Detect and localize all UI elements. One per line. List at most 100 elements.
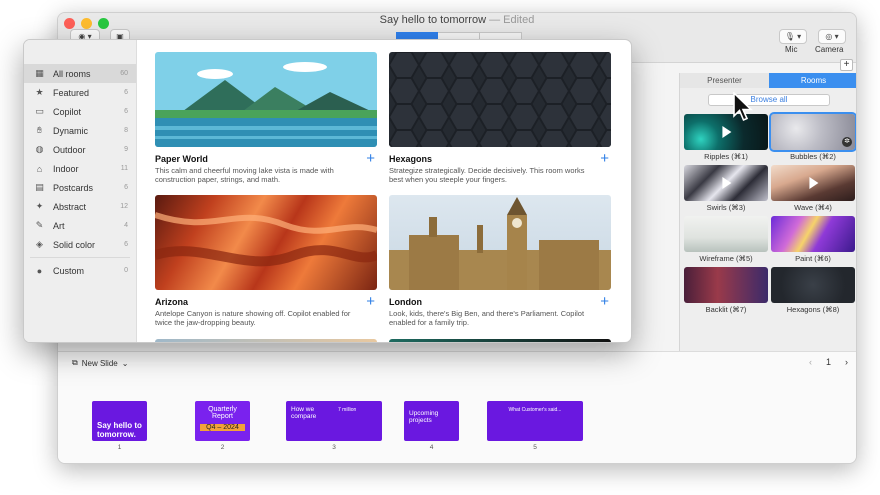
add-button[interactable]: + (840, 59, 853, 71)
browse-all-button[interactable]: Browse all (708, 94, 830, 106)
hexagons-image (389, 52, 611, 147)
slide-text: Upcoming projects (409, 410, 439, 424)
room-bubbles[interactable]: ✲ Bubbles (⌘2) (769, 112, 856, 165)
sidebar-item-indoor[interactable]: ⌂ Indoor 11 (24, 159, 136, 178)
room-card-arizona[interactable]: Arizona Antelope Canyon is nature showin… (155, 195, 377, 327)
slide-thumbnail[interactable]: How we compare 7 million 3 (286, 401, 382, 451)
sidebar-item-outdoor[interactable]: ◍ Outdoor 9 (24, 140, 136, 159)
camera-label: Camera (815, 45, 844, 54)
slide-thumbnails: Say hello to tomorrow. 1 Quarterly Repor… (92, 401, 583, 451)
ripples-thumbnail (684, 114, 768, 150)
room-wireframe[interactable]: Wireframe (⌘5) (684, 216, 768, 267)
star-icon: ★ (35, 87, 44, 97)
sidebar-item-label: Custom (53, 265, 85, 276)
rooms-panel: Presenter Rooms Browse all Ripples (⌘1) … (679, 73, 856, 351)
slide-thumbnail[interactable]: Quarterly Report Q4 – 2024 2 (195, 401, 250, 451)
copilot-icon: ▭ (35, 106, 44, 116)
slide-text: Quarterly Report (208, 406, 237, 420)
grid-icon: ▦ (35, 68, 44, 78)
new-slide-label: New Slide (81, 358, 118, 368)
postcard-icon: ▤ (35, 182, 44, 192)
person-icon: ● (36, 265, 43, 276)
sidebar-item-featured[interactable]: ★ Featured 6 (24, 83, 136, 102)
room-label: Bubbles (⌘2) (790, 152, 836, 161)
document-title: Say hello to tomorrow (379, 14, 487, 26)
slide-body: Quarterly Report Q4 – 2024 (195, 401, 250, 441)
room-label: Paint (⌘6) (795, 254, 831, 263)
sidebar-item-custom[interactable]: ● Custom 0 (24, 261, 136, 280)
new-slide-button[interactable]: ⧉ New Slide ⌄ (72, 358, 128, 368)
globe-icon: ◍ (35, 144, 44, 154)
gear-icon[interactable]: ✲ (842, 137, 852, 147)
sidebar-item-label: Featured (53, 87, 90, 98)
arizona-image (155, 195, 377, 290)
chevron-down-icon: ⌄ (121, 358, 129, 368)
room-card-hexagons[interactable]: Hexagons Strategize strategically. Decid… (389, 52, 611, 184)
slide-thumbnail[interactable]: What Customer's said... 5 (487, 401, 583, 451)
add-room-plus-icon[interactable]: + (366, 151, 375, 166)
hand-icon: ✋︎ (36, 125, 43, 135)
room-card-london[interactable]: London Look, kids, there's Big Ben, and … (389, 195, 611, 327)
london-image (389, 195, 611, 290)
room-label: Wireframe (⌘5) (699, 254, 753, 263)
room-backlit[interactable]: Backlit (⌘7) (684, 267, 768, 318)
slide-subtext: 7 million (338, 407, 357, 413)
hexagons-thumbnail (771, 267, 855, 303)
sidebar-item-art[interactable]: ✎ Art 4 (24, 216, 136, 235)
house-icon: ⌂ (36, 163, 43, 174)
mic-button[interactable]: 🎙︎ ▾ (779, 29, 807, 44)
bubbles-thumbnail: ✲ (769, 112, 856, 152)
room-browser-window: ▦ All rooms 60 ★ Featured 6 ▭ Copilot 6 … (23, 39, 632, 343)
room-ripples[interactable]: Ripples (⌘1) (684, 114, 768, 165)
room-label: Wave (⌘4) (794, 203, 832, 212)
wireframe-thumbnail (684, 216, 768, 252)
room-description: Strategize strategically. Decide decisiv… (389, 166, 585, 184)
slide-body: How we compare 7 million (286, 401, 382, 441)
sidebar-item-count: 4 (124, 222, 128, 229)
room-title: London (389, 297, 422, 307)
tab-presenter[interactable]: Presenter (680, 73, 769, 88)
sidebar-item-label: Art (53, 220, 65, 231)
slide-body: Upcoming projects (404, 401, 459, 441)
wave-thumbnail (771, 165, 855, 201)
room-label: Swirls (⌘3) (706, 203, 746, 212)
arizona-illustration (155, 212, 377, 267)
add-room-plus-icon[interactable]: + (600, 151, 609, 166)
slide-number: 2 (220, 444, 225, 451)
window-title: Say hello to tomorrow — Edited (58, 14, 856, 26)
abstract-icon: ✦ (35, 201, 44, 211)
brush-icon: ✎ (35, 220, 44, 230)
sidebar-item-dynamic[interactable]: ✋︎ Dynamic 8 (24, 121, 136, 140)
play-icon (722, 177, 732, 189)
room-swirls[interactable]: Swirls (⌘3) (684, 165, 768, 216)
room-hexagons[interactable]: Hexagons (⌘8) (771, 267, 855, 318)
sidebar-item-abstract[interactable]: ✦ Abstract 12 (24, 197, 136, 216)
room-label: Ripples (⌘1) (704, 152, 748, 161)
sidebar-divider (30, 257, 130, 258)
next-page-icon[interactable]: › (845, 357, 848, 367)
sidebar-item-label: Abstract (53, 201, 87, 212)
room-paint[interactable]: Paint (⌘6) (771, 216, 855, 267)
slide-thumbnail[interactable]: Say hello to tomorrow. 1 (92, 401, 147, 451)
sidebar-item-label: Outdoor (53, 144, 86, 155)
slide-text: How we compare (291, 406, 317, 420)
add-room-plus-icon[interactable]: + (600, 294, 609, 309)
room-wave[interactable]: Wave (⌘4) (771, 165, 855, 216)
swirls-thumbnail (684, 165, 768, 201)
mouse-pointer-icon (733, 92, 753, 122)
sidebar-item-label: Copilot (53, 106, 82, 117)
sidebar-item-count: 11 (120, 165, 128, 172)
sidebar-item-copilot[interactable]: ▭ Copilot 6 (24, 102, 136, 121)
add-room-plus-icon[interactable]: + (366, 294, 375, 309)
sidebar-item-all-rooms[interactable]: ▦ All rooms 60 (24, 64, 136, 83)
tab-rooms[interactable]: Rooms (769, 73, 856, 88)
page-number: 1 (825, 357, 831, 367)
room-card-paper-world[interactable]: Paper World This calm and cheerful movin… (155, 52, 377, 184)
sidebar-item-solid-color[interactable]: ◈ Solid color 6 (24, 235, 136, 254)
backlit-thumbnail (684, 267, 768, 303)
sidebar-item-postcards[interactable]: ▤ Postcards 6 (24, 178, 136, 197)
camera-button[interactable]: ◎ ▾ (818, 29, 846, 44)
room-title: Paper World (155, 154, 208, 164)
slide-thumbnail[interactable]: Upcoming projects 4 (404, 401, 459, 451)
previous-page-icon[interactable]: ‹ (809, 357, 812, 367)
